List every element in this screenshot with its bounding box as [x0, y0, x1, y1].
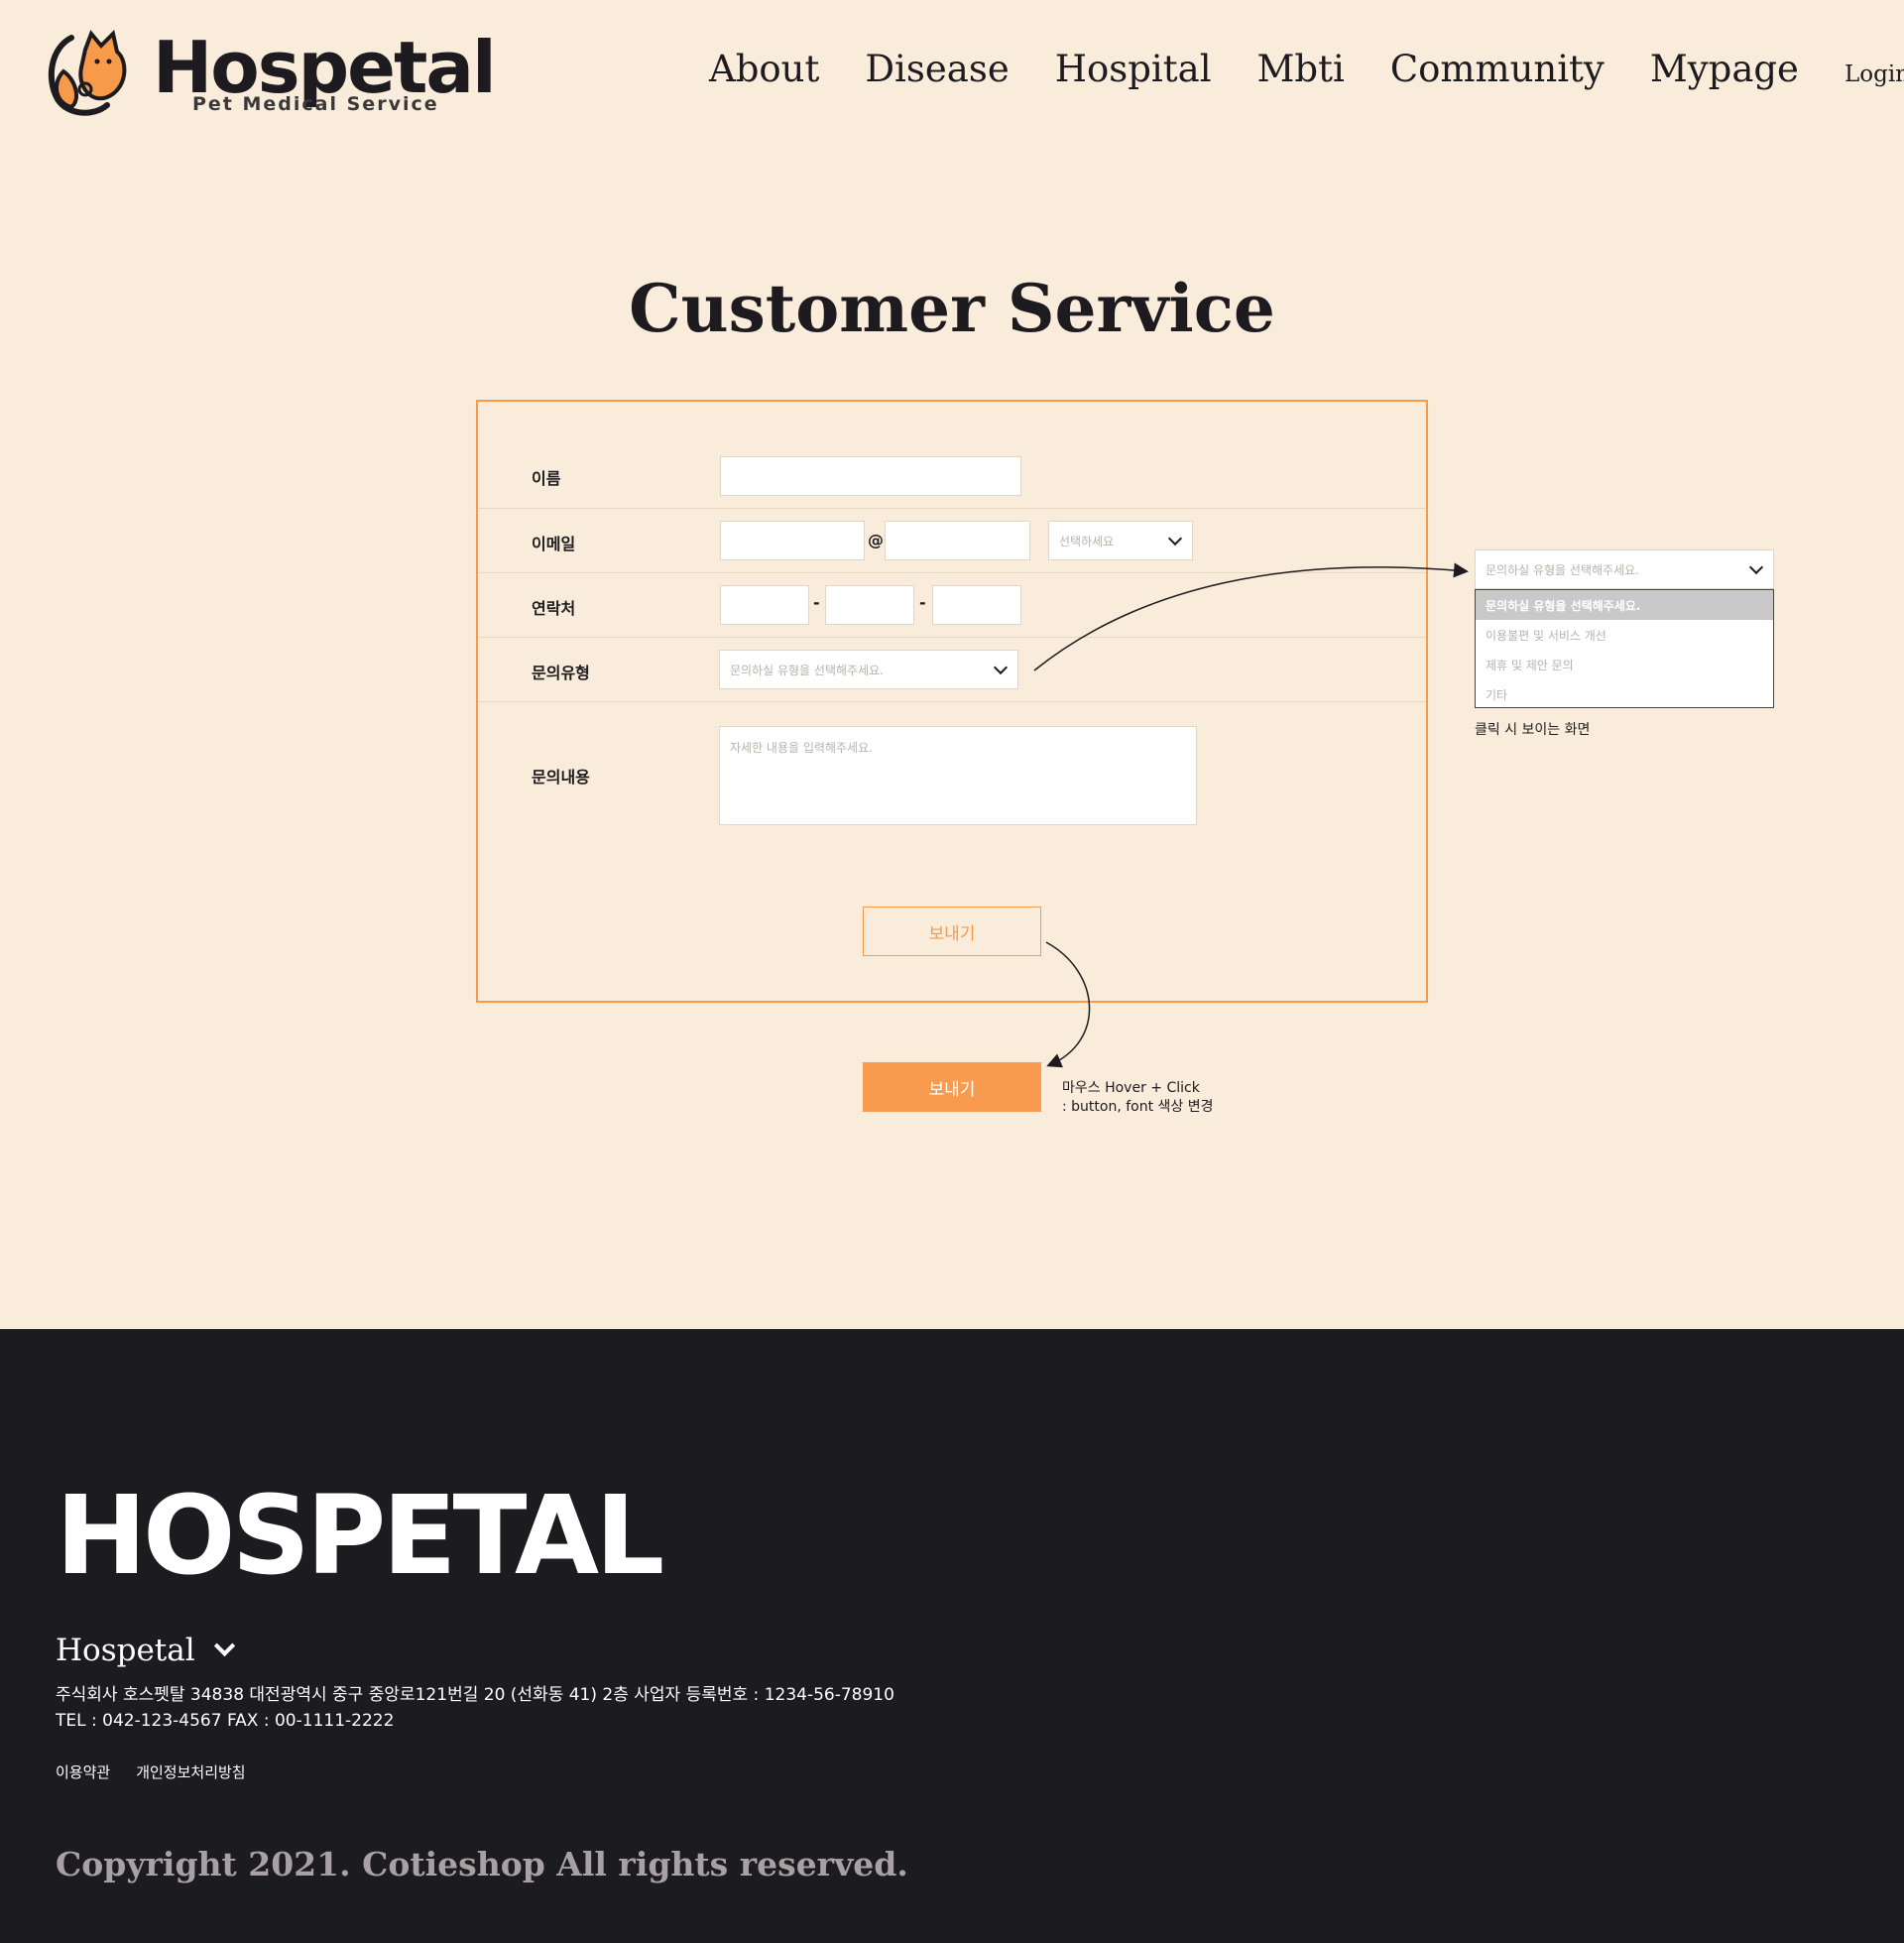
- footer-logo[interactable]: HOSPETAL: [56, 1476, 664, 1595]
- inquiry-type-select[interactable]: 문의하실 유형을 선택해주세요.: [719, 650, 1018, 689]
- main-nav: About Disease Hospital Mbti Community My…: [709, 48, 1904, 90]
- hover-note-line2: : button, font 색상 변경: [1062, 1099, 1214, 1115]
- footer-brand-toggle[interactable]: Hospetal: [56, 1633, 235, 1668]
- email-local-input[interactable]: [720, 521, 865, 560]
- footer-copyright: Copyright 2021. Cotieshop All rights res…: [56, 1845, 908, 1883]
- name-label: 이름: [532, 469, 561, 488]
- chevron-down-icon: [993, 660, 1009, 675]
- footer-company-info: 주식회사 호스펫탈 34838 대전광역시 중구 중앙로121번길 20 (선화…: [56, 1682, 894, 1734]
- chevron-down-icon: [1167, 531, 1183, 546]
- footer-link-terms[interactable]: 이용약관: [56, 1761, 110, 1782]
- nav-mypage[interactable]: Mypage: [1650, 48, 1799, 90]
- dropdown-option[interactable]: 이용불편 및 서비스 개선: [1476, 620, 1773, 650]
- phone-separator: -: [919, 593, 926, 612]
- phone-label: 연락처: [532, 599, 576, 618]
- email-at-sign: @: [868, 531, 884, 549]
- dropdown-option[interactable]: 제휴 및 제안 문의: [1476, 650, 1773, 679]
- email-domain-select-value: 선택하세요: [1059, 534, 1115, 548]
- dropdown-demo-options: 문의하실 유형을 선택해주세요. 이용불편 및 서비스 개선 제휴 및 제안 문…: [1475, 589, 1774, 708]
- email-domain-input[interactable]: [885, 521, 1030, 560]
- nav-hospital[interactable]: Hospital: [1055, 48, 1212, 90]
- form-row-content: 문의내용 자세한 내용을 입력해주세요.: [478, 702, 1426, 851]
- chevron-down-icon: [1748, 559, 1764, 575]
- phone-part1-input[interactable]: [720, 585, 809, 625]
- content-label: 문의내용: [532, 768, 590, 787]
- footer: HOSPETAL Hospetal 주식회사 호스펫탈 34838 대전광역시 …: [0, 1329, 1904, 1943]
- dropdown-demo-select[interactable]: 문의하실 유형을 선택해주세요.: [1475, 549, 1774, 589]
- chevron-down-icon: [213, 1635, 235, 1656]
- hover-note: 마우스 Hover + Click : button, font 색상 변경: [1062, 1079, 1214, 1117]
- footer-link-privacy[interactable]: 개인정보처리방침: [136, 1761, 245, 1782]
- logo[interactable]: Hospetal Pet Medical Service: [42, 28, 497, 122]
- footer-brand-name: Hospetal: [56, 1633, 195, 1668]
- dropdown-option[interactable]: 기타: [1476, 679, 1773, 709]
- dropdown-option[interactable]: 문의하실 유형을 선택해주세요.: [1476, 590, 1773, 620]
- send-button[interactable]: 보내기: [863, 907, 1041, 956]
- header: Hospetal Pet Medical Service About Disea…: [0, 0, 1904, 149]
- hover-note-line1: 마우스 Hover + Click: [1062, 1080, 1200, 1096]
- content-textarea[interactable]: 자세한 내용을 입력해주세요.: [719, 726, 1197, 825]
- send-button-hover-state[interactable]: 보내기: [863, 1062, 1041, 1112]
- form-row-phone: 연락처 - -: [478, 573, 1426, 638]
- footer-address: 주식회사 호스펫탈 34838 대전광역시 중구 중앙로121번길 20 (선화…: [56, 1685, 894, 1705]
- email-domain-select[interactable]: 선택하세요: [1048, 521, 1193, 560]
- phone-part2-input[interactable]: [825, 585, 914, 625]
- form-row-type: 문의유형 문의하실 유형을 선택해주세요.: [478, 638, 1426, 702]
- cat-dog-logo-icon: [48, 30, 127, 116]
- dropdown-demo-value: 문의하실 유형을 선택해주세요.: [1486, 562, 1639, 577]
- dropdown-caption: 클릭 시 보이는 화면: [1475, 722, 1591, 738]
- content-placeholder: 자세한 내용을 입력해주세요.: [730, 741, 873, 755]
- email-label: 이메일: [532, 535, 576, 553]
- logo-tagline: Pet Medical Service: [192, 93, 439, 115]
- footer-contact: TEL : 042-123-4567 FAX : 00-1111-2222: [56, 1711, 395, 1731]
- nav-disease[interactable]: Disease: [865, 48, 1009, 90]
- inquiry-type-select-value: 문의하실 유형을 선택해주세요.: [730, 663, 884, 677]
- form-row-email: 이메일 @ 선택하세요: [478, 509, 1426, 573]
- nav-community[interactable]: Community: [1390, 48, 1605, 90]
- phone-separator: -: [813, 593, 820, 612]
- login-link[interactable]: Login: [1844, 61, 1904, 87]
- form-row-name: 이름: [478, 402, 1426, 509]
- nav-mbti[interactable]: Mbti: [1257, 48, 1345, 90]
- nav-about[interactable]: About: [709, 48, 819, 90]
- name-input[interactable]: [720, 456, 1021, 496]
- page-title: Customer Service: [629, 270, 1275, 347]
- footer-links: 이용약관 개인정보처리방침: [56, 1761, 272, 1782]
- phone-part3-input[interactable]: [932, 585, 1021, 625]
- type-label: 문의유형: [532, 664, 590, 682]
